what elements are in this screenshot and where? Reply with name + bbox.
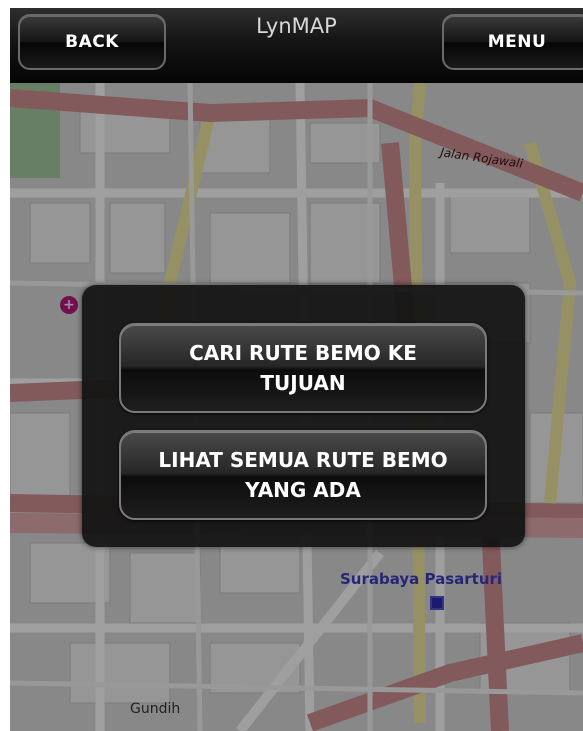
header-bar: BACK LynMAP MENU: [10, 8, 583, 83]
route-menu-dialog: CARI RUTE BEMO KE TUJUAN LIHAT SEMUA RUT…: [82, 285, 525, 547]
menu-button[interactable]: MENU: [442, 14, 583, 70]
view-all-routes-button[interactable]: LIHAT SEMUA RUTE BEMO YANG ADA: [119, 430, 487, 520]
find-route-button[interactable]: CARI RUTE BEMO KE TUJUAN: [119, 323, 487, 413]
app-screen: BACK LynMAP MENU Jalan Rojawali Surabaya…: [10, 8, 583, 731]
